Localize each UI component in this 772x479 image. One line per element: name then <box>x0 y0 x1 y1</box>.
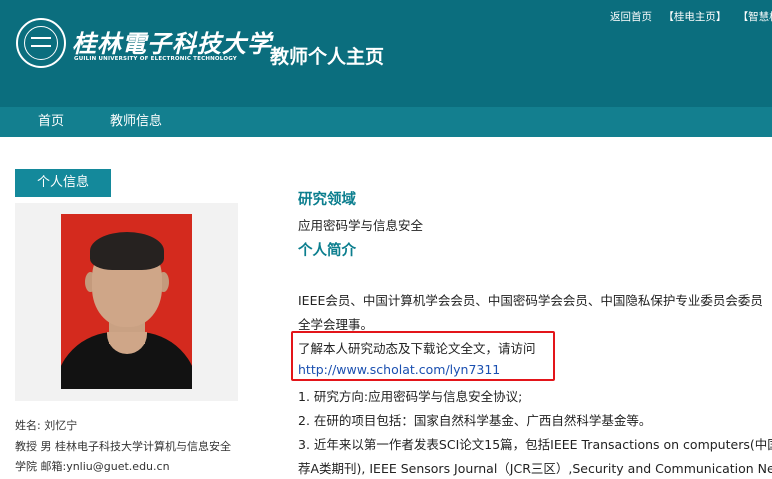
header-bar: 桂林電子科技大学 GUILIN UNIVERSITY OF ELECTRONIC… <box>0 0 772 107</box>
intro-heading: 个人简介 <box>298 243 356 259</box>
main-nav: 首页 教师信息 <box>0 107 772 137</box>
intro-item-2: 2. 在研的项目包括：国家自然科学基金、广西自然科学基金等。 <box>298 413 652 428</box>
university-seal-icon[interactable] <box>16 18 66 68</box>
scholat-link[interactable]: http://www.scholat.com/lyn7311 <box>298 362 500 377</box>
research-text: 应用密码学与信息安全 <box>298 218 424 233</box>
nav-item-home[interactable]: 首页 <box>38 107 64 137</box>
teacher-title-line: 教授 男 桂林电子科技大学计算机与信息安全 <box>15 440 231 453</box>
intro-line-1: IEEE会员、中国计算机学会会员、中国密码学会会员、中国隐私保护专业委员会委员 <box>298 293 763 308</box>
nav-item-teacher-info[interactable]: 教师信息 <box>110 107 162 137</box>
link-smart-campus[interactable]: 【智慧校 <box>738 11 772 23</box>
intro-item-3-cont: 荐A类期刊), IEEE Sensors Journal（JCR三区）,Secu… <box>298 461 772 476</box>
intro-item-1: 1. 研究方向:应用密码学与信息安全协议; <box>298 389 523 404</box>
research-heading: 研究领域 <box>298 192 356 208</box>
teacher-email-line: 学院 邮箱:ynliu@guet.edu.cn <box>15 460 170 473</box>
teacher-name: 姓名: 刘忆宁 <box>15 419 78 432</box>
intro-item-3: 3. 近年来以第一作者发表SCI论文15篇，包括IEEE Transaction… <box>298 437 772 452</box>
tab-personal-info[interactable]: 个人信息 <box>15 169 111 197</box>
site-title: 教师个人主页 <box>270 46 385 68</box>
top-links: 返回首页 【桂电主页】 【智慧校 <box>610 9 772 24</box>
university-logo-english: GUILIN UNIVERSITY OF ELECTRONIC TECHNOLO… <box>74 56 237 62</box>
university-logo-text[interactable]: 桂林電子科技大学 <box>72 24 272 59</box>
link-home-return[interactable]: 返回首页 <box>610 11 652 23</box>
link-guet-home[interactable]: 【桂电主页】 <box>663 11 726 23</box>
visit-text: 了解本人研究动态及下载论文全文，请访问 <box>298 341 536 356</box>
profile-photo <box>61 214 192 389</box>
